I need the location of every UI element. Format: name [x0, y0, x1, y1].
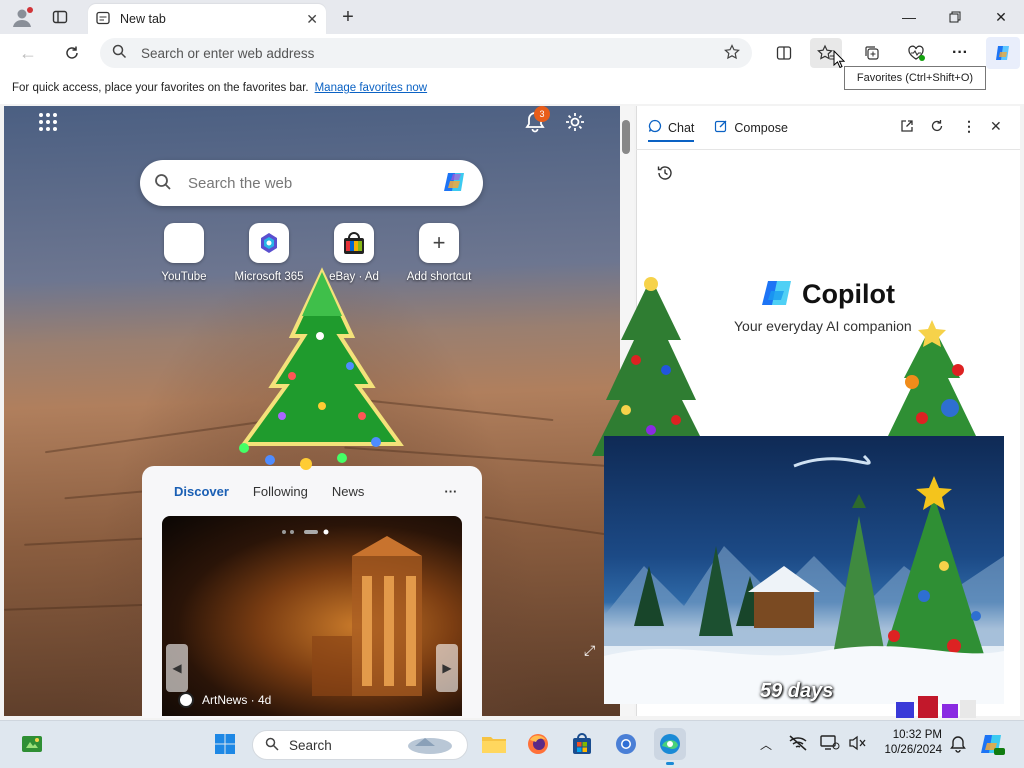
- split-screen-icon[interactable]: [768, 38, 800, 68]
- manage-favorites-link[interactable]: Manage favorites now: [315, 82, 428, 94]
- christmas-tree-decoration: [222, 266, 422, 479]
- copilot-taskbar-icon[interactable]: [978, 730, 1006, 761]
- tab-chat[interactable]: Chat: [648, 119, 695, 142]
- new-tab-favicon: [96, 11, 110, 28]
- tab-discover[interactable]: Discover: [162, 484, 241, 499]
- scrollbar-thumb[interactable]: [622, 120, 630, 154]
- close-panel-icon[interactable]: ✕: [990, 118, 1002, 135]
- christmas-countdown-widget[interactable]: [604, 436, 1004, 704]
- tab-compose-label: Compose: [734, 120, 788, 135]
- file-explorer-icon[interactable]: [478, 728, 510, 760]
- favorites-tooltip: Favorites (Ctrl+Shift+O): [844, 66, 986, 90]
- copilot-brand: Copilot: [760, 278, 895, 311]
- search-icon: [265, 737, 279, 754]
- address-bar[interactable]: Search or enter web address: [100, 38, 752, 68]
- edge-icon[interactable]: [654, 728, 686, 760]
- history-icon[interactable]: [656, 164, 674, 185]
- shortcut-youtube[interactable]: YouTube: [144, 223, 224, 283]
- start-windows-icon[interactable]: [209, 728, 241, 760]
- microsoft-store-icon[interactable]: [566, 728, 598, 760]
- feed-article-image[interactable]: [162, 516, 462, 716]
- system-clock[interactable]: 10:32 PM 10/26/2024: [872, 728, 942, 758]
- expand-icon[interactable]: ⤢: [584, 642, 595, 659]
- article-source[interactable]: ArtNews · 4d: [178, 692, 271, 708]
- microsoft-365-icon: [249, 223, 289, 263]
- shortcut-label: YouTube: [161, 271, 207, 283]
- panel-more-options-icon[interactable]: ⋮: [962, 118, 976, 135]
- tab-news[interactable]: News: [320, 484, 377, 499]
- web-search-input[interactable]: Search the web: [188, 175, 441, 192]
- refresh-button[interactable]: [56, 38, 88, 68]
- new-tab-button[interactable]: +: [336, 5, 360, 29]
- chrome-icon[interactable]: [610, 728, 642, 760]
- minimize-button[interactable]: —: [886, 0, 932, 34]
- profile-icon[interactable]: [10, 5, 34, 29]
- close-window-button[interactable]: ✕: [978, 0, 1024, 34]
- refresh-panel-icon[interactable]: [930, 119, 944, 136]
- apps-launcher-icon[interactable]: [38, 112, 58, 135]
- open-in-new-tab-icon[interactable]: [900, 119, 914, 136]
- ebay-bag-icon: [334, 223, 374, 263]
- carousel-previous-button[interactable]: ◀: [166, 644, 188, 692]
- taskbar-search-box[interactable]: Search: [252, 730, 468, 760]
- browser-essentials-icon[interactable]: [900, 38, 932, 68]
- tab-following[interactable]: Following: [241, 484, 320, 499]
- copilot-search-icon[interactable]: [441, 168, 469, 199]
- artnews-logo-icon: [178, 692, 194, 708]
- widgets-icon[interactable]: [16, 728, 48, 760]
- active-app-indicator: [666, 762, 674, 765]
- back-button[interactable]: ←: [12, 38, 44, 68]
- mouse-cursor-icon: [833, 49, 846, 71]
- address-input[interactable]: Search or enter web address: [141, 46, 724, 61]
- notification-center-icon[interactable]: [948, 734, 968, 757]
- taskbar-search-input[interactable]: Search: [289, 738, 332, 753]
- copilot-icon[interactable]: [986, 37, 1020, 69]
- countdown-label: 59 days: [760, 680, 834, 702]
- collections-icon[interactable]: [856, 38, 888, 68]
- gift-boxes-decoration: [892, 692, 982, 723]
- carousel-next-button[interactable]: ▶: [436, 644, 458, 692]
- clock-time: 10:32 PM: [892, 729, 942, 741]
- search-icon: [154, 173, 172, 194]
- youtube-icon: [164, 223, 204, 263]
- restore-button[interactable]: [932, 0, 978, 34]
- tab-compose[interactable]: Compose: [714, 119, 788, 136]
- add-favorite-star-icon[interactable]: [724, 43, 740, 63]
- feed-more-options[interactable]: ···: [432, 484, 469, 499]
- page-settings-gear-icon[interactable]: [564, 111, 586, 136]
- feed-tabs: Discover Following News ···: [162, 476, 462, 506]
- notification-badge: 3: [534, 106, 550, 122]
- settings-more-icon[interactable]: ···: [944, 38, 976, 68]
- tab-chat-label: Chat: [668, 120, 695, 135]
- search-icon: [112, 44, 127, 62]
- tab-actions-icon[interactable]: [48, 5, 72, 29]
- tab-title: New tab: [120, 12, 166, 26]
- copilot-logo-icon: [760, 278, 794, 311]
- tab-new-tab[interactable]: New tab ✕: [88, 4, 326, 34]
- close-tab-icon[interactable]: ✕: [306, 11, 318, 28]
- clock-date: 10/26/2024: [884, 744, 942, 756]
- compose-icon: [714, 119, 728, 136]
- firefox-icon[interactable]: [522, 728, 554, 760]
- article-source-label: ArtNews · 4d: [202, 693, 272, 707]
- copilot-title: Copilot: [802, 279, 895, 309]
- favorites-hint: For quick access, place your favorites o…: [12, 82, 309, 94]
- plus-icon: +: [419, 223, 459, 263]
- search-highlight-icon: [405, 732, 455, 759]
- chat-icon: [648, 119, 662, 136]
- web-search-box[interactable]: Search the web: [140, 160, 483, 206]
- christmas-tree-decoration: [872, 318, 992, 451]
